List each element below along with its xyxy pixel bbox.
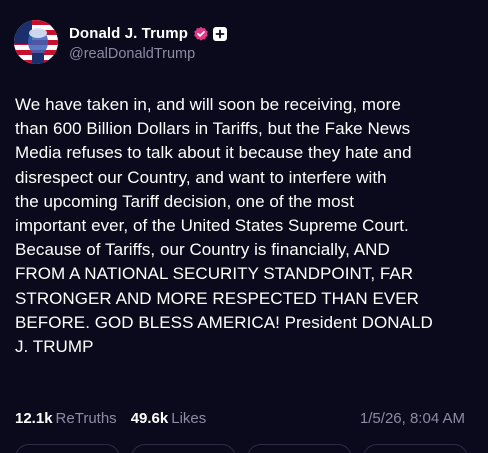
author-identity: Donald J. Trump @realDonaldTrump — [69, 23, 228, 62]
post-timestamp[interactable]: 1/5/26, 8:04 AM — [360, 410, 465, 427]
likes-count[interactable]: 49.6k — [131, 410, 169, 427]
action-bar — [0, 444, 488, 453]
retruth-button[interactable] — [131, 444, 236, 453]
like-button[interactable] — [247, 444, 352, 453]
plus-icon — [213, 26, 228, 41]
avatar-image — [14, 20, 58, 64]
avatar[interactable] — [14, 20, 58, 64]
reply-button[interactable] — [15, 444, 120, 453]
name-row: Donald J. Trump — [69, 23, 228, 45]
verified-badge-icon — [193, 26, 209, 42]
author-handle[interactable]: @realDonaldTrump — [69, 46, 227, 62]
post-body-text: We have taken in, and will soon be recei… — [15, 95, 433, 357]
share-button[interactable] — [363, 444, 468, 453]
author-display-name[interactable]: Donald J. Trump — [69, 25, 188, 42]
retruths-count[interactable]: 12.1k — [15, 410, 53, 427]
retruths-label[interactable]: ReTruths — [56, 410, 117, 427]
post-header: Donald J. Trump @realDonaldTrump — [14, 20, 228, 64]
truth-post: Donald J. Trump @realDonaldTrump We have… — [0, 0, 488, 453]
post-stats: 12.1k ReTruths 49.6k Likes — [15, 410, 206, 427]
likes-label[interactable]: Likes — [171, 410, 206, 427]
